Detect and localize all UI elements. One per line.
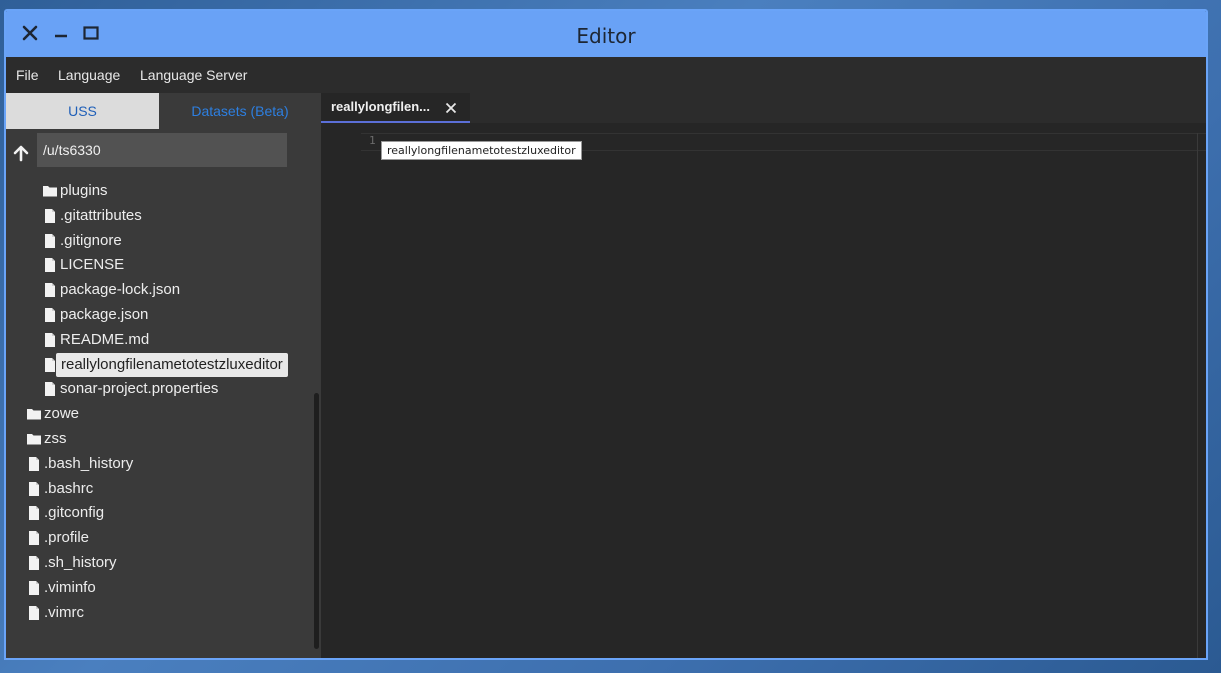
tree-item-label: .vimrc: [44, 603, 84, 621]
file-icon: [26, 456, 42, 472]
file-icon: [42, 257, 58, 273]
tree-item-label: plugins: [60, 182, 108, 199]
tree-item-label: reallylongfilenametotestzluxeditor: [56, 352, 288, 377]
path-input[interactable]: [37, 133, 287, 167]
tab-tooltip: reallylongfilenametotestzluxeditor: [381, 141, 582, 160]
tree-item-label: .bash_history: [44, 454, 134, 472]
tree-item-label: .gitignore: [60, 231, 122, 249]
file-icon: [26, 505, 42, 521]
file-icon: [26, 605, 42, 621]
tree-item-label: zowe: [44, 405, 80, 423]
sidebar-scrollbar[interactable]: [314, 393, 319, 649]
editor-tabstrip: reallylongfilen...: [321, 93, 1206, 123]
minimize-icon[interactable]: [51, 23, 71, 43]
tree-item-label: .gitattributes: [60, 206, 142, 224]
file-icon: [26, 580, 42, 596]
tab-uss[interactable]: USS: [6, 93, 159, 129]
tree-item-label: package-lock.json: [60, 281, 181, 299]
editor-area: reallylongfilen... 1 reallylongfilenamet…: [321, 93, 1206, 658]
menu-language[interactable]: Language: [58, 57, 120, 93]
file-icon: [42, 233, 58, 249]
file-icon: [42, 381, 58, 397]
tab-close-icon[interactable]: [445, 102, 457, 114]
title-bar: Editor: [6, 11, 1206, 57]
menu-bar: File Language Language Server: [6, 57, 1206, 93]
editor-window: Editor File Language Language Server USS…: [4, 9, 1208, 660]
window-title: Editor: [576, 24, 636, 48]
editor-tab-label: reallylongfilen...: [331, 99, 430, 114]
close-icon[interactable]: [20, 23, 40, 43]
file-icon: [26, 481, 42, 497]
tree-item-label: .bashrc: [44, 479, 94, 497]
menu-language-server[interactable]: Language Server: [140, 57, 247, 93]
file-icon: [42, 332, 58, 348]
tab-datasets[interactable]: Datasets (Beta): [159, 93, 321, 129]
tree-item-label: .viminfo: [44, 578, 96, 596]
file-explorer: USS Datasets (Beta) plugins .gitattribute…: [6, 93, 321, 658]
folder-icon: [26, 406, 42, 422]
tree-item-label: .sh_history: [44, 554, 117, 571]
tree-item-label: LICENSE: [60, 256, 125, 274]
tree-item-label: package.json: [60, 306, 149, 323]
file-icon: [42, 208, 58, 224]
editor-tab[interactable]: reallylongfilen...: [321, 93, 470, 123]
menu-file[interactable]: File: [16, 57, 39, 93]
file-icon: [26, 530, 42, 546]
file-icon: [42, 307, 58, 323]
tree-item-label: .profile: [44, 529, 90, 547]
folder-icon: [42, 183, 58, 199]
tree-item-label: .gitconfig: [44, 504, 105, 522]
tree-item-label: sonar-project.properties: [60, 380, 219, 398]
tree-item-label: README.md: [60, 330, 150, 348]
path-row: [6, 133, 321, 171]
arrow-up-icon[interactable]: [12, 144, 30, 162]
editor-scrollbar-track: [1197, 133, 1198, 658]
maximize-icon[interactable]: [81, 23, 101, 43]
line-number: 1: [369, 134, 376, 147]
file-icon: [26, 555, 42, 571]
folder-icon: [26, 431, 42, 447]
tree-item-label: zss: [44, 430, 67, 447]
file-icon: [42, 282, 58, 298]
